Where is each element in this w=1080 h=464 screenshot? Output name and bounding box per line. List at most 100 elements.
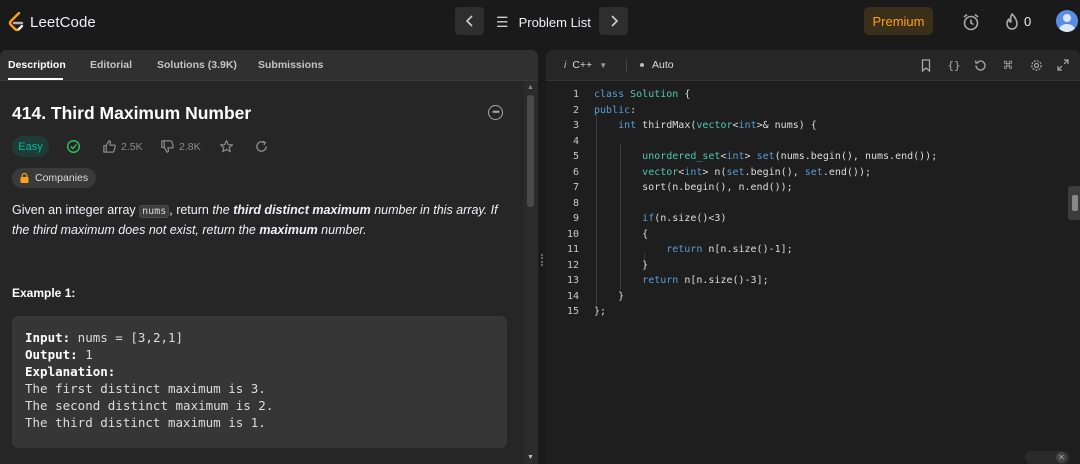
- dislike-button[interactable]: 2.8K: [160, 139, 201, 154]
- reset-code-button[interactable]: [973, 58, 987, 72]
- refresh-icon: [256, 140, 267, 152]
- code-text: int thirdMax(vector<int>& nums) {: [618, 120, 817, 131]
- code-text: vector<int> n(set.begin(), set.end());: [642, 166, 871, 178]
- chevron-left-icon: [465, 15, 473, 27]
- auto-label: Auto: [652, 59, 674, 71]
- example-explanation-label: Explanation:: [25, 364, 115, 379]
- scroll-down-icon[interactable]: ▼: [527, 454, 534, 461]
- line-number: 5: [572, 151, 579, 162]
- close-icon[interactable]: ✕: [1056, 452, 1067, 463]
- code-line: 13 return n[n.size()-3];: [546, 275, 1080, 290]
- streak-button[interactable]: [1002, 11, 1022, 33]
- code-line: 2 public:: [546, 105, 1080, 120]
- settings-button[interactable]: [1029, 58, 1043, 72]
- line-number: 15: [566, 306, 579, 317]
- line-number: 10: [566, 228, 579, 240]
- format-code-button[interactable]: {}: [947, 58, 961, 72]
- share-button[interactable]: [254, 139, 273, 154]
- code-line: 6 vector<int> n(set.begin(), set.end());: [546, 167, 1080, 182]
- desc-text-italic: number.: [317, 223, 367, 237]
- tab-description[interactable]: Description: [8, 59, 66, 71]
- problem-content: 414. Third Maximum Number ••• Easy 2.5K …: [0, 81, 524, 464]
- chevron-right-icon: [610, 15, 618, 27]
- tab-editorial[interactable]: Editorial: [90, 59, 132, 71]
- code-text: unordered_set<int> set(nums.begin(), num…: [642, 151, 938, 162]
- list-icon: ☰: [496, 13, 509, 30]
- panel-resize-handle[interactable]: [538, 50, 546, 464]
- code-text: return n[n.size()-3];: [642, 275, 769, 286]
- line-number: 11: [566, 244, 579, 255]
- console-toggle[interactable]: ✕: [1025, 451, 1070, 464]
- inline-code-nums: nums: [139, 205, 170, 218]
- line-number: 6: [572, 166, 579, 178]
- line-number: 14: [566, 290, 579, 302]
- auto-mode-toggle[interactable]: Auto: [640, 59, 674, 71]
- description-panel: Description Editorial Solutions (3.9K) S…: [0, 50, 538, 464]
- description-scrollbar[interactable]: ▲ ▼: [524, 81, 538, 464]
- gear-icon: [1030, 59, 1042, 71]
- line-number: 12: [566, 259, 579, 271]
- bookmark-icon: [921, 58, 931, 72]
- code-line: 11 return n[n.size()-1];: [546, 244, 1080, 259]
- code-line: 12 }: [546, 260, 1080, 275]
- code-text: return n[n.size()-1];: [666, 244, 793, 255]
- dislike-count: 2.8K: [179, 140, 201, 153]
- favorite-button[interactable]: [219, 139, 238, 154]
- solved-status: [66, 139, 85, 154]
- code-text: };: [594, 306, 607, 317]
- premium-button[interactable]: Premium: [864, 7, 933, 35]
- code-text: }: [594, 259, 649, 271]
- problem-title: 414. Third Maximum Number: [12, 103, 252, 123]
- fullscreen-button[interactable]: [1056, 58, 1070, 72]
- problem-tabs: Description Editorial Solutions (3.9K) S…: [0, 50, 538, 81]
- scroll-thumb[interactable]: [527, 95, 534, 207]
- code-line: 9 if(n.size()<3): [546, 213, 1080, 228]
- more-options-icon[interactable]: •••: [488, 105, 503, 120]
- thumbs-up-icon: [103, 140, 116, 153]
- command-key-icon: ⌘: [1002, 59, 1014, 72]
- expand-icon: [1057, 59, 1069, 71]
- desc-text-italic: the: [212, 203, 234, 217]
- problem-list-button[interactable]: ☰ Problem List: [496, 12, 591, 32]
- line-number: 1: [572, 89, 579, 100]
- code-line: 7 sort(n.begin(), n.end());: [546, 182, 1080, 197]
- active-tab-indicator: [8, 78, 63, 80]
- leetcode-logo[interactable]: LeetCode: [8, 10, 96, 34]
- side-panel-handle[interactable]: [1068, 186, 1080, 220]
- code-text: public:: [594, 104, 637, 116]
- shortcuts-button[interactable]: ⌘: [1001, 58, 1015, 72]
- explanation-line: The third distinct maximum is 1.: [25, 415, 266, 430]
- code-area[interactable]: 1 class Solution { 2 public: 3 int thirdMa…: [546, 81, 1080, 464]
- timer-button[interactable]: [960, 11, 982, 33]
- line-number: 7: [572, 182, 579, 193]
- language-selector[interactable]: i C++ ▼: [564, 59, 607, 71]
- tab-solutions[interactable]: Solutions (3.9K): [157, 59, 237, 71]
- example-block: Input: nums = [3,2,1] Output: 1 Explanat…: [12, 316, 507, 448]
- code-text: class Solution {: [594, 89, 691, 100]
- prev-problem-button[interactable]: [455, 7, 484, 35]
- scroll-up-icon[interactable]: ▲: [527, 84, 534, 91]
- problem-list-label: Problem List: [518, 14, 591, 30]
- logo-text: LeetCode: [30, 13, 96, 31]
- line-number: 9: [572, 213, 579, 224]
- tab-submissions[interactable]: Submissions: [258, 59, 323, 71]
- line-number: 4: [572, 135, 579, 147]
- user-avatar[interactable]: [1056, 10, 1078, 32]
- like-count: 2.5K: [121, 140, 143, 153]
- companies-label: Companies: [35, 172, 89, 184]
- explanation-line: The first distinct maximum is 3.: [25, 381, 266, 396]
- next-problem-button[interactable]: [599, 7, 628, 35]
- code-line: 5 unordered_set<int> set(nums.begin(), n…: [546, 151, 1080, 166]
- code-text: }: [594, 290, 625, 302]
- companies-tag[interactable]: Companies: [12, 168, 97, 188]
- thumbs-down-icon: [161, 140, 174, 153]
- explanation-label: Explanation:: [25, 364, 116, 379]
- flame-icon: [1006, 13, 1018, 30]
- output-label: Output:: [25, 347, 78, 362]
- example-input-line: Input: nums = [3,2,1]: [25, 330, 183, 345]
- example-heading: Example 1:: [12, 286, 76, 300]
- bookmark-button[interactable]: [919, 58, 933, 72]
- code-line: 10 {: [546, 229, 1080, 244]
- like-button[interactable]: 2.5K: [102, 139, 143, 154]
- reset-icon: [974, 59, 986, 71]
